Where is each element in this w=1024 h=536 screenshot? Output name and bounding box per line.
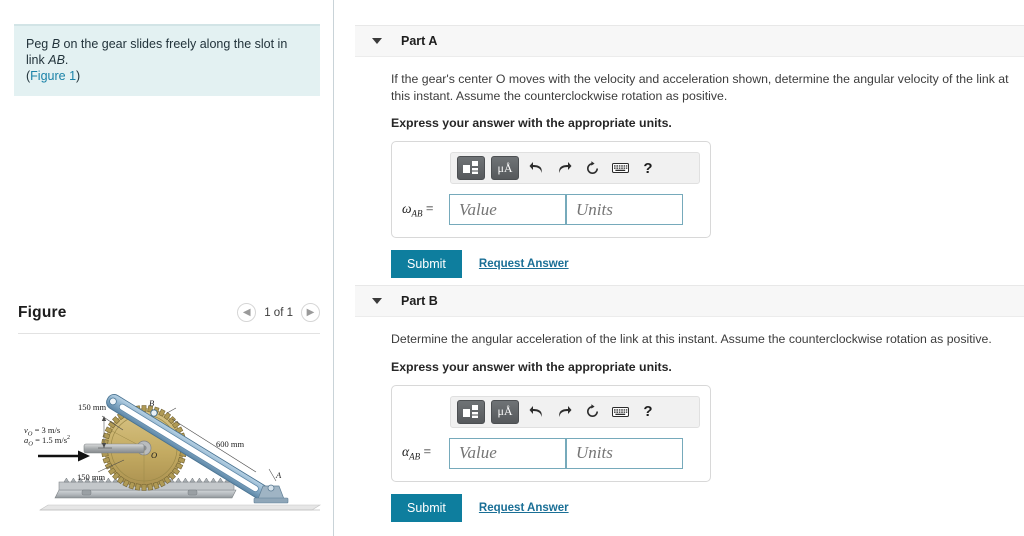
- undo-icon[interactable]: [525, 401, 547, 423]
- undo-icon[interactable]: [525, 157, 547, 179]
- part-a-symbol: ωAB =: [402, 200, 434, 219]
- figure-header: Figure ◀ 1 of 1 ▶: [18, 303, 320, 322]
- reset-icon[interactable]: [581, 157, 603, 179]
- math-template-icon[interactable]: [457, 156, 485, 180]
- redo-icon[interactable]: [553, 157, 575, 179]
- part-b-section: Part B Determine the angular acceleratio…: [355, 285, 1024, 522]
- figure-counter: 1 of 1: [264, 306, 293, 319]
- acceleration-label: aO = 1.5 m/s2: [24, 435, 71, 448]
- mechanism-diagram-svg: [38, 394, 322, 511]
- axle-rod: [83, 443, 145, 454]
- right-panel: Part A If the gear's center O moves with…: [335, 0, 1024, 536]
- keyboard-icon[interactable]: [609, 401, 631, 423]
- keyboard-icon[interactable]: [609, 157, 631, 179]
- point-label-b: B: [149, 398, 155, 408]
- help-icon[interactable]: ?: [637, 401, 659, 423]
- part-a-label: Part A: [401, 34, 438, 48]
- ground-surface: [38, 504, 322, 511]
- part-a-value-input[interactable]: [449, 194, 566, 225]
- part-b-request-answer-link[interactable]: Request Answer: [479, 502, 569, 514]
- part-b-math-toolbar: μÅ ?: [450, 395, 700, 428]
- point-label-a: A: [276, 470, 282, 480]
- part-b-label: Part B: [401, 294, 438, 308]
- part-a-answer-row: ωAB =: [402, 194, 683, 225]
- reset-icon[interactable]: [581, 401, 603, 423]
- part-a-body: If the gear's center O moves with the ve…: [355, 57, 1024, 278]
- dimension-label-link: 600 mm: [216, 439, 245, 449]
- part-a-math-toolbar: μÅ ?: [450, 152, 700, 184]
- part-a-answer-card: μÅ ? ωAB = Value Units: [391, 141, 711, 238]
- part-b-instruction: Express your answer with the appropriate…: [391, 359, 672, 374]
- problem-statement-box: Peg B on the gear slides freely along th…: [14, 24, 320, 96]
- part-a-section: Part A If the gear's center O moves with…: [355, 25, 1024, 278]
- math-template-icon[interactable]: [457, 399, 485, 424]
- part-b-answer-row: αAB =: [402, 437, 683, 469]
- part-b-body: Determine the angular acceleration of th…: [355, 317, 1024, 522]
- dimension-label-bottom: 150 mm: [77, 472, 106, 482]
- figure-ref-close: ): [76, 69, 81, 83]
- part-a-submit-button[interactable]: Submit: [391, 250, 462, 278]
- problem-text-3: .: [64, 53, 69, 67]
- part-b-value-input[interactable]: [449, 437, 566, 469]
- part-b-units-input[interactable]: [566, 437, 683, 469]
- velocity-arrow: [38, 450, 90, 462]
- part-a-question: If the gear's center O moves with the ve…: [391, 72, 1009, 103]
- left-panel: Peg B on the gear slides freely along th…: [0, 0, 334, 536]
- redo-icon[interactable]: [553, 401, 575, 423]
- figure-divider: [18, 333, 320, 334]
- mu-angstrom-icon[interactable]: μÅ: [491, 156, 519, 180]
- page-root: Peg B on the gear slides freely along th…: [0, 0, 1024, 536]
- part-a-request-answer-link[interactable]: Request Answer: [479, 258, 569, 270]
- part-b-symbol: αAB =: [402, 444, 432, 462]
- problem-emphasis-b: B: [51, 37, 61, 51]
- part-b-question: Determine the angular acceleration of th…: [391, 332, 992, 346]
- part-b-header[interactable]: Part B: [355, 285, 1024, 317]
- part-a-submit-row: Submit Request Answer: [391, 250, 1024, 278]
- part-b-answer-card: μÅ ? αAB = Value Units: [391, 384, 711, 482]
- help-icon[interactable]: ?: [637, 157, 659, 179]
- caret-down-icon[interactable]: [372, 38, 382, 44]
- chevron-right-icon[interactable]: ▶: [301, 303, 320, 322]
- part-b-submit-button[interactable]: Submit: [391, 493, 462, 522]
- part-a-header[interactable]: Part A: [355, 25, 1024, 57]
- part-a-units-input[interactable]: [566, 194, 683, 225]
- point-label-o: O: [151, 450, 158, 460]
- chevron-left-icon[interactable]: ◀: [237, 303, 257, 322]
- figure-title: Figure: [18, 303, 67, 321]
- problem-emphasis-ab: AB: [48, 53, 65, 67]
- part-b-submit-row: Submit Request Answer: [391, 493, 1024, 522]
- figure-navigation: ◀ 1 of 1 ▶: [237, 303, 320, 322]
- figure-1-link[interactable]: Figure 1: [30, 69, 76, 83]
- caret-down-icon[interactable]: [372, 298, 382, 304]
- part-a-instruction: Express your answer with the appropriate…: [391, 116, 672, 130]
- problem-statement-text: Peg B on the gear slides freely along th…: [26, 36, 308, 84]
- mu-angstrom-icon[interactable]: μÅ: [491, 399, 519, 424]
- peg-b: [150, 409, 158, 417]
- figure-diagram[interactable]: 150 mm 150 mm 600 mm vO = 3 m/s aO = 1.5…: [20, 386, 332, 521]
- problem-text-1: Peg: [26, 37, 52, 51]
- dimension-label-top: 150 mm: [78, 402, 107, 412]
